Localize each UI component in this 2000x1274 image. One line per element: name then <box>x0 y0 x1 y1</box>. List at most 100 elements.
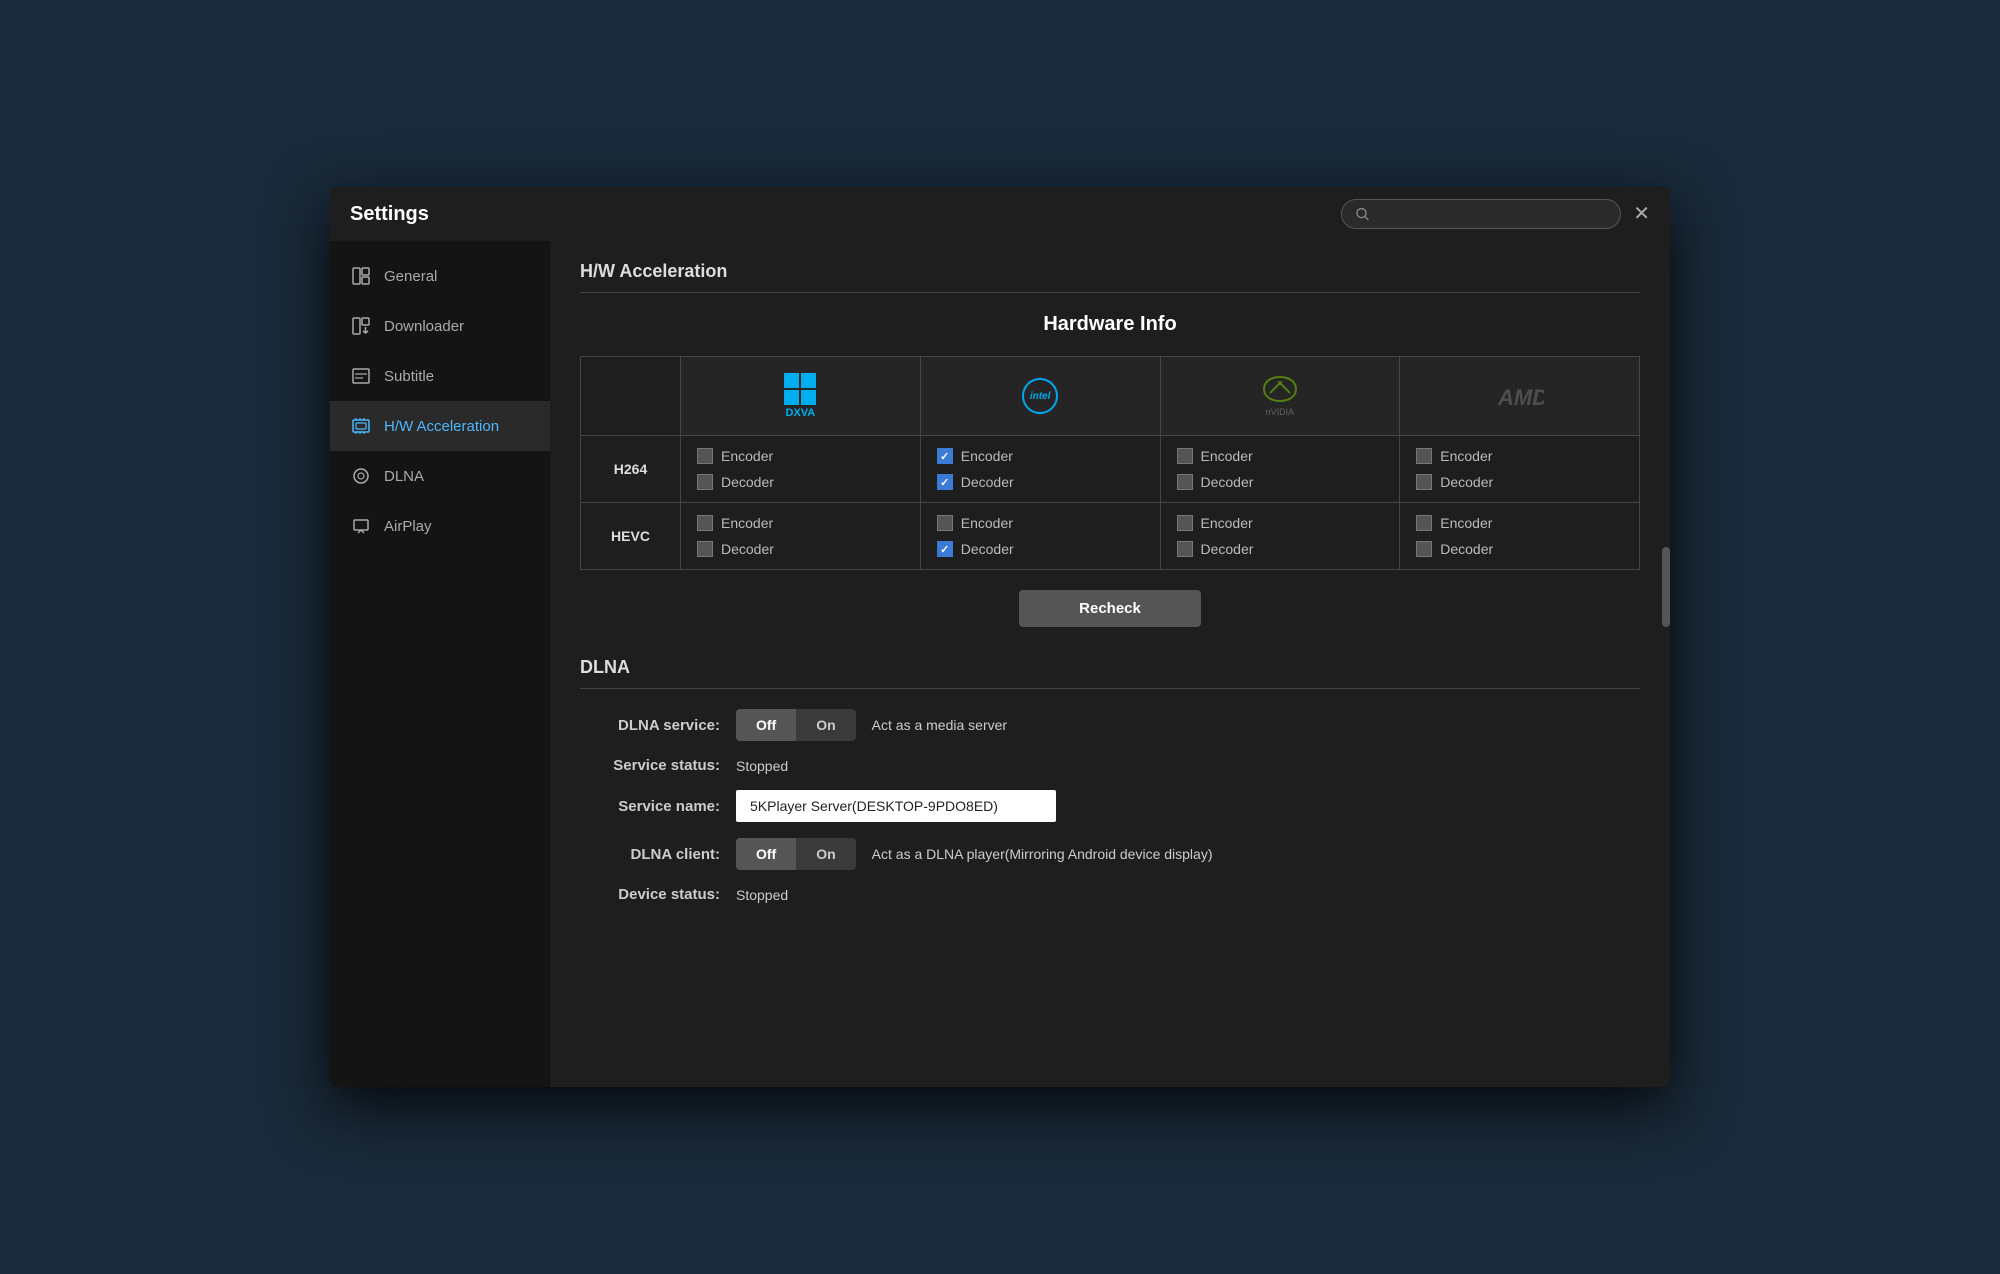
service-name-input[interactable] <box>736 790 1056 822</box>
amd-h264-encoder-row[interactable]: Encoder <box>1416 448 1492 464</box>
decoder-label: Decoder <box>1201 541 1254 557</box>
nvidia-hevc-decoder-checkbox[interactable] <box>1177 541 1193 557</box>
general-icon <box>350 265 372 287</box>
dxva-h264-encoder-checkbox[interactable] <box>697 448 713 464</box>
intel-h264-encoder-checkbox[interactable] <box>937 448 953 464</box>
content-area: H/W Acceleration Hardware Info DXVA <box>550 241 1670 1087</box>
title-bar: Settings ✕ <box>330 187 1670 241</box>
window-title: Settings <box>350 203 429 226</box>
scrollbar-thumb[interactable] <box>1662 547 1670 627</box>
decoder-label: Decoder <box>1440 474 1493 490</box>
dlna-service-toggle[interactable]: Off On <box>736 709 856 741</box>
nvidia-logo: nVIDIA <box>1177 375 1384 417</box>
amd-hevc-decoder-row[interactable]: Decoder <box>1416 541 1493 557</box>
dlna-service-label: DLNA service: <box>580 717 720 734</box>
nvidia-hevc-encoder-row[interactable]: Encoder <box>1177 515 1253 531</box>
decoder-label: Decoder <box>961 474 1014 490</box>
downloader-icon <box>350 315 372 337</box>
amd-h264-encoder-checkbox[interactable] <box>1416 448 1432 464</box>
amd-hevc-decoder-checkbox[interactable] <box>1416 541 1432 557</box>
main-content: General Downloader <box>330 241 1670 1087</box>
dxva-hevc-encoder-checkbox[interactable] <box>697 515 713 531</box>
dlna-service-off-btn[interactable]: Off <box>736 709 796 741</box>
intel-h264-encoder-row[interactable]: Encoder <box>937 448 1013 464</box>
encoder-label: Encoder <box>721 515 773 531</box>
encoder-label: Encoder <box>721 448 773 464</box>
dxva-hevc-encoder-row[interactable]: Encoder <box>697 515 773 531</box>
device-status-row: Device status: Stopped <box>580 886 1640 903</box>
col-intel: intel <box>920 357 1160 436</box>
decoder-label: Decoder <box>721 474 774 490</box>
search-box[interactable] <box>1341 199 1621 229</box>
hardware-table: DXVA intel <box>580 356 1640 570</box>
nvidia-h264: Encoder Decoder <box>1160 436 1400 503</box>
intel-hevc-decoder-row[interactable]: Decoder <box>937 541 1014 557</box>
nvidia-h264-encoder-checkbox[interactable] <box>1177 448 1193 464</box>
nvidia-hevc-encoder-checkbox[interactable] <box>1177 515 1193 531</box>
service-name-label: Service name: <box>580 798 720 815</box>
subtitle-icon <box>350 365 372 387</box>
table-row: HEVC Encoder Decoder <box>581 503 1640 570</box>
dlna-service-on-btn[interactable]: On <box>796 709 855 741</box>
codec-options: Encoder Decoder <box>937 448 1144 490</box>
sidebar-item-subtitle[interactable]: Subtitle <box>330 351 550 401</box>
sidebar-label-subtitle: Subtitle <box>384 368 434 385</box>
dxva-hevc-decoder-row[interactable]: Decoder <box>697 541 774 557</box>
search-icon <box>1356 207 1369 221</box>
col-amd: AMD <box>1400 357 1640 436</box>
nvidia-hevc-decoder-row[interactable]: Decoder <box>1177 541 1254 557</box>
intel-logo: intel <box>937 378 1144 414</box>
dxva-h264-encoder-row[interactable]: Encoder <box>697 448 773 464</box>
encoder-label: Encoder <box>961 448 1013 464</box>
service-status-label: Service status: <box>580 757 720 774</box>
scrollbar-track[interactable] <box>1662 241 1670 1087</box>
intel-hevc-encoder-checkbox[interactable] <box>937 515 953 531</box>
intel-circle: intel <box>1022 378 1058 414</box>
dlna-client-label: DLNA client: <box>580 846 720 863</box>
dxva-h264-decoder-checkbox[interactable] <box>697 474 713 490</box>
device-status-value: Stopped <box>736 887 788 903</box>
close-button[interactable]: ✕ <box>1633 204 1650 224</box>
sidebar-item-airplay[interactable]: AirPlay <box>330 501 550 551</box>
hardware-info-title: Hardware Info <box>580 313 1640 336</box>
sidebar-item-dlna[interactable]: DLNA <box>330 451 550 501</box>
table-row: H264 Encoder Decoder <box>581 436 1640 503</box>
dxva-h264: Encoder Decoder <box>681 436 921 503</box>
dlna-service-desc: Act as a media server <box>872 717 1007 733</box>
dxva-h264-decoder-row[interactable]: Decoder <box>697 474 774 490</box>
dlna-service-row: DLNA service: Off On Act as a media serv… <box>580 709 1640 741</box>
amd-h264: Encoder Decoder <box>1400 436 1640 503</box>
encoder-label: Encoder <box>961 515 1013 531</box>
dlna-section: DLNA DLNA service: Off On Act as a media… <box>580 657 1640 903</box>
sidebar-item-downloader[interactable]: Downloader <box>330 301 550 351</box>
service-name-row: Service name: <box>580 790 1640 822</box>
h264-label: H264 <box>581 436 681 503</box>
amd-h264-decoder-checkbox[interactable] <box>1416 474 1432 490</box>
sidebar-item-hw-acceleration[interactable]: H/W Acceleration <box>330 401 550 451</box>
sidebar-item-general[interactable]: General <box>330 251 550 301</box>
intel-h264-decoder-row[interactable]: Decoder <box>937 474 1014 490</box>
dxva-hevc-decoder-checkbox[interactable] <box>697 541 713 557</box>
nvidia-h264-encoder-row[interactable]: Encoder <box>1177 448 1253 464</box>
amd-hevc-encoder-row[interactable]: Encoder <box>1416 515 1492 531</box>
amd-hevc-encoder-checkbox[interactable] <box>1416 515 1432 531</box>
svg-text:AMD: AMD <box>1497 385 1544 410</box>
decoder-label: Decoder <box>961 541 1014 557</box>
intel-hevc-decoder-checkbox[interactable] <box>937 541 953 557</box>
search-input[interactable] <box>1377 206 1606 222</box>
decoder-label: Decoder <box>721 541 774 557</box>
sidebar-label-downloader: Downloader <box>384 318 464 335</box>
dlna-client-on-btn[interactable]: On <box>796 838 855 870</box>
dlna-client-toggle[interactable]: Off On <box>736 838 856 870</box>
recheck-button[interactable]: Recheck <box>1019 590 1201 627</box>
nvidia-h264-decoder-checkbox[interactable] <box>1177 474 1193 490</box>
col-dxva: DXVA <box>681 357 921 436</box>
dlna-client-off-btn[interactable]: Off <box>736 838 796 870</box>
nvidia-h264-decoder-row[interactable]: Decoder <box>1177 474 1254 490</box>
amd-h264-decoder-row[interactable]: Decoder <box>1416 474 1493 490</box>
intel-hevc-encoder-row[interactable]: Encoder <box>937 515 1013 531</box>
codec-options: Encoder Decoder <box>697 515 904 557</box>
intel-h264-decoder-checkbox[interactable] <box>937 474 953 490</box>
dxva-label: DXVA <box>786 407 816 419</box>
dxva-hevc: Encoder Decoder <box>681 503 921 570</box>
